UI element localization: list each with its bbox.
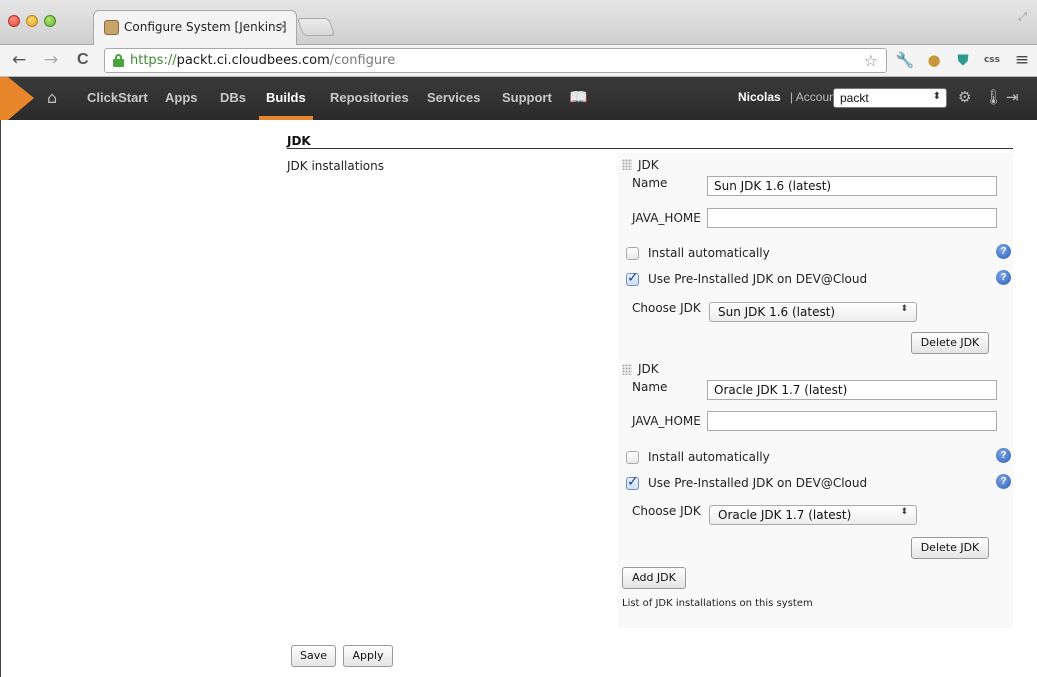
- menu-icon[interactable]: ≡: [1012, 50, 1032, 70]
- minimize-window-button[interactable]: [26, 15, 38, 27]
- use-preinstalled-label: Use Pre-Installed JDK on DEV@Cloud: [648, 272, 868, 286]
- select-arrow-icon: ⬍: [900, 304, 908, 314]
- address-bar[interactable]: https://packt.ci.cloudbees.com/configure…: [104, 48, 887, 73]
- home-icon[interactable]: ⌂: [47, 88, 57, 107]
- jenkins-favicon-icon: [104, 20, 119, 35]
- jdk-header: JDK: [638, 158, 659, 172]
- brand-accent: [0, 77, 8, 120]
- browser-titlebar: Configure System [Jenkins] × ⤢: [0, 0, 1037, 46]
- select-arrow-icon: ⬍: [932, 91, 941, 102]
- book-icon[interactable]: 📖: [569, 88, 588, 106]
- use-preinstalled-checkbox[interactable]: [626, 270, 639, 286]
- java-home-input[interactable]: [707, 208, 997, 228]
- cloudbees-header: ⌂ ClickStart Apps DBs Builds Repositorie…: [0, 77, 1037, 120]
- select-arrow-icon: ⬍: [900, 507, 908, 517]
- account-select[interactable]: packt ⬍: [833, 88, 947, 108]
- java-home-label: JAVA_HOME: [632, 414, 701, 428]
- close-window-button[interactable]: [8, 15, 20, 27]
- bookmark-star-icon[interactable]: ☆: [864, 51, 878, 70]
- thermometer-icon[interactable]: 🌡: [984, 88, 1003, 106]
- gear-icon[interactable]: ⚙: [958, 88, 971, 106]
- apply-button[interactable]: Apply: [343, 645, 393, 667]
- nav-apps[interactable]: Apps: [165, 90, 198, 105]
- back-icon[interactable]: ←: [12, 50, 26, 70]
- account-value: packt: [840, 91, 869, 105]
- help-icon[interactable]: ?: [996, 270, 1011, 285]
- use-preinstalled-checkbox[interactable]: [626, 474, 639, 490]
- field-description: List of JDK installations on this system: [622, 598, 813, 609]
- active-nav-indicator: [259, 116, 313, 120]
- logout-icon[interactable]: ⇥: [1006, 88, 1019, 106]
- forward-icon[interactable]: →: [44, 50, 58, 70]
- delete-jdk-button[interactable]: Delete JDK: [911, 332, 989, 354]
- brand-arrow: [8, 77, 34, 120]
- nav-clickstart[interactable]: ClickStart: [87, 90, 148, 105]
- nav-dbs[interactable]: DBs: [220, 90, 246, 105]
- tab-close-icon[interactable]: ×: [278, 19, 288, 33]
- help-icon[interactable]: ?: [996, 448, 1011, 463]
- drag-handle-icon[interactable]: [622, 364, 632, 375]
- page-left-border: [0, 120, 8, 677]
- choose-jdk-select[interactable]: Sun JDK 1.6 (latest) ⬍: [709, 302, 917, 322]
- shield-icon[interactable]: ⛊: [953, 50, 973, 70]
- user-name[interactable]: Nicolas: [738, 90, 781, 104]
- new-tab-button[interactable]: [296, 18, 336, 36]
- delete-jdk-button[interactable]: Delete JDK: [911, 537, 989, 559]
- choose-jdk-label: Choose JDK: [632, 504, 701, 518]
- name-label: Name: [632, 380, 668, 394]
- zoom-window-button[interactable]: [44, 15, 56, 27]
- nav-support[interactable]: Support: [502, 90, 552, 105]
- choose-jdk-select[interactable]: Oracle JDK 1.7 (latest) ⬍: [709, 505, 917, 525]
- name-label: Name: [632, 176, 668, 190]
- install-automatically-label: Install automatically: [648, 450, 770, 464]
- install-automatically-checkbox[interactable]: [626, 247, 639, 260]
- use-preinstalled-label: Use Pre-Installed JDK on DEV@Cloud: [648, 476, 868, 490]
- save-button[interactable]: Save: [291, 645, 336, 667]
- choose-jdk-value: Sun JDK 1.6 (latest): [718, 305, 836, 319]
- choose-jdk-label: Choose JDK: [632, 301, 701, 315]
- reload-icon[interactable]: C: [77, 50, 89, 70]
- url-text: https://packt.ci.cloudbees.com/configure: [130, 53, 396, 68]
- jdk-name-input[interactable]: Oracle JDK 1.7 (latest): [707, 380, 997, 400]
- jdk-name-input[interactable]: Sun JDK 1.6 (latest): [707, 176, 997, 196]
- jdk-header: JDK: [638, 362, 659, 376]
- install-automatically-label: Install automatically: [648, 246, 770, 260]
- nav-repositories[interactable]: Repositories: [330, 90, 409, 105]
- browser-toolbar: ← → C https://packt.ci.cloudbees.com/con…: [0, 45, 1037, 77]
- cookie-icon[interactable]: ●: [924, 50, 944, 70]
- nav-services[interactable]: Services: [427, 90, 481, 105]
- help-icon[interactable]: ?: [996, 474, 1011, 489]
- java-home-label: JAVA_HOME: [632, 211, 701, 225]
- install-automatically-checkbox[interactable]: [626, 451, 639, 464]
- section-title: JDK: [287, 134, 311, 148]
- fullscreen-icon[interactable]: ⤢: [1018, 10, 1027, 24]
- add-jdk-button[interactable]: Add JDK: [622, 567, 686, 589]
- lock-icon: [113, 54, 124, 67]
- section-divider: [287, 148, 1013, 149]
- css-icon[interactable]: css: [982, 50, 1002, 70]
- java-home-input[interactable]: [707, 411, 997, 431]
- help-icon[interactable]: ?: [996, 244, 1011, 259]
- nav-builds[interactable]: Builds: [266, 90, 306, 105]
- field-label-jdk-installations: JDK installations: [287, 159, 384, 173]
- choose-jdk-value: Oracle JDK 1.7 (latest): [718, 508, 852, 522]
- browser-tab[interactable]: Configure System [Jenkins] ×: [93, 10, 297, 46]
- tab-title: Configure System [Jenkins]: [124, 20, 287, 34]
- wrench-icon[interactable]: 🔧: [895, 50, 915, 70]
- drag-handle-icon[interactable]: [622, 159, 632, 170]
